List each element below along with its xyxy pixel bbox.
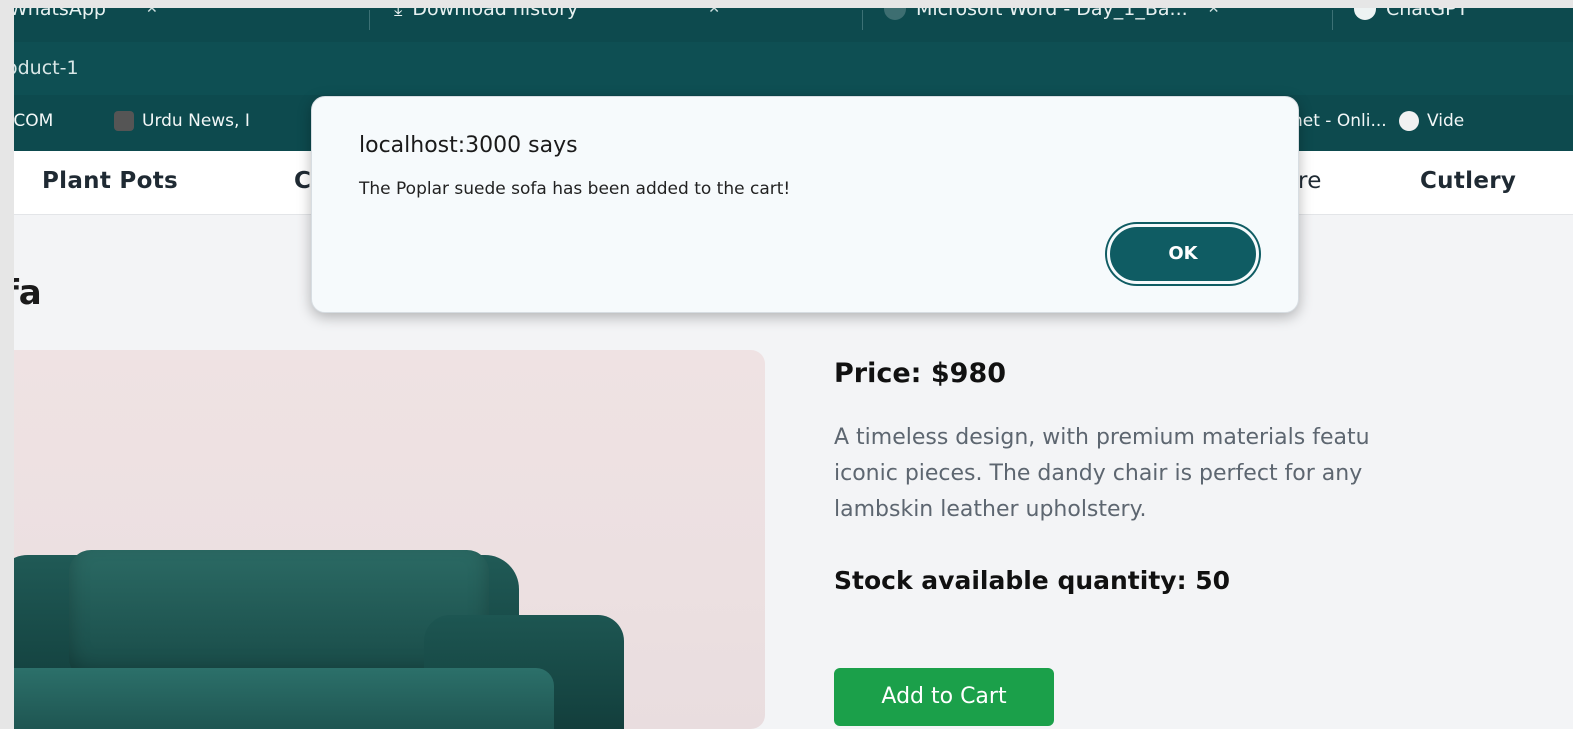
address-bar[interactable]: oduct-1 [14, 42, 1573, 95]
tab-whatsapp[interactable]: WhatsApp ✕ [14, 8, 158, 20]
tab-download-history[interactable]: ⤓ Download history ✕ [394, 8, 720, 20]
tab-chatgpt[interactable]: ChatGPT [1354, 8, 1468, 20]
sofa-seat [14, 668, 554, 729]
nav-item-re[interactable]: re [1298, 168, 1322, 194]
tab-word[interactable]: Microsoft Word - Day_1_Ba... ✕ [884, 8, 1219, 20]
alert-dialog: localhost:3000 says The Poplar suede sof… [311, 96, 1299, 313]
page-title: fa [14, 273, 42, 313]
urdu-news-icon [114, 111, 134, 131]
tab-strip: WhatsApp ✕ ⤓ Download history ✕ Microsof… [14, 8, 1573, 42]
tab-divider [369, 10, 370, 30]
word-icon [884, 8, 906, 20]
top-margin [0, 0, 1573, 8]
tab-label: WhatsApp [14, 8, 106, 20]
tab-label: Microsoft Word - Day_1_Ba... [916, 8, 1188, 20]
bookmark-label: Urdu News, I [142, 111, 250, 131]
add-to-cart-button[interactable]: Add to Cart [834, 668, 1054, 726]
chatgpt-icon [1354, 8, 1376, 20]
video-icon [1399, 111, 1419, 131]
close-icon[interactable]: ✕ [1208, 8, 1220, 17]
bookmark-com[interactable]: .COM [14, 111, 53, 131]
dialog-message: The Poplar suede sofa has been added to … [359, 179, 791, 199]
left-margin [0, 0, 14, 729]
product-image [14, 350, 765, 729]
product-price: Price: $980 [834, 358, 1007, 389]
tab-label: ChatGPT [1386, 8, 1469, 20]
product-description: A timeless design, with premium material… [834, 425, 1370, 522]
bookmark-label: Vide [1427, 111, 1465, 131]
bookmark-video[interactable]: Vide [1399, 111, 1464, 131]
address-text: oduct-1 [14, 57, 79, 79]
tab-divider [862, 10, 863, 30]
stock-quantity: Stock available quantity: 50 [834, 566, 1231, 595]
close-icon[interactable]: ✕ [708, 8, 720, 17]
bookmark-urdu-news[interactable]: Urdu News, I [114, 111, 250, 131]
tab-divider [1332, 10, 1333, 30]
close-icon[interactable]: ✕ [146, 8, 158, 17]
bookmark-label: .COM [14, 111, 54, 131]
nav-cutlery[interactable]: Cutlery [1420, 168, 1516, 194]
nav-item-c[interactable]: C [294, 168, 311, 194]
bookmark-label: net - Onli... [1292, 111, 1387, 131]
dialog-title: localhost:3000 says [359, 133, 578, 158]
tab-label: Download history [412, 8, 579, 20]
download-icon: ⤓ [394, 8, 403, 20]
nav-plant-pots[interactable]: Plant Pots [42, 168, 178, 194]
bookmark-net[interactable]: net - Onli... [1292, 111, 1387, 131]
ok-button[interactable]: OK [1107, 224, 1259, 284]
browser-window: WhatsApp ✕ ⤓ Download history ✕ Microsof… [14, 8, 1573, 729]
